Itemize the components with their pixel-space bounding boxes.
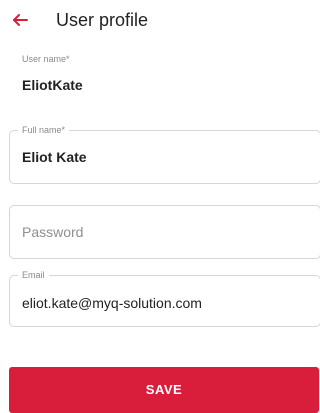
save-button[interactable]: SAVE bbox=[9, 367, 319, 413]
email-label: Email bbox=[18, 269, 49, 281]
username-field: User name* EliotKate bbox=[20, 53, 310, 99]
password-field[interactable]: Password bbox=[9, 205, 320, 259]
fullname-input[interactable]: Eliot Kate bbox=[22, 148, 87, 166]
page-title: User profile bbox=[56, 10, 149, 30]
username-value: EliotKate bbox=[22, 77, 83, 93]
password-input[interactable]: Password bbox=[22, 223, 83, 241]
arrow-left-icon bbox=[13, 14, 28, 26]
back-button[interactable] bbox=[10, 9, 32, 31]
username-label: User name* bbox=[22, 54, 70, 64]
fullname-label: Full name* bbox=[18, 124, 70, 136]
app-header: User profile bbox=[0, 0, 317, 44]
fullname-field[interactable]: Full name* Eliot Kate bbox=[9, 124, 320, 184]
email-field[interactable]: Email eliot.kate@myq-solution.com bbox=[9, 269, 320, 327]
email-input[interactable]: eliot.kate@myq-solution.com bbox=[22, 294, 202, 312]
